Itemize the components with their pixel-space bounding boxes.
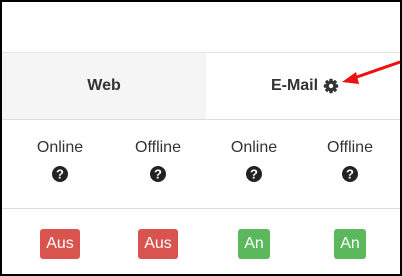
notification-settings-panel: Web E-Mail Online ? Offline ? Online ? O… [0, 0, 402, 276]
annotation-arrow [342, 60, 400, 84]
